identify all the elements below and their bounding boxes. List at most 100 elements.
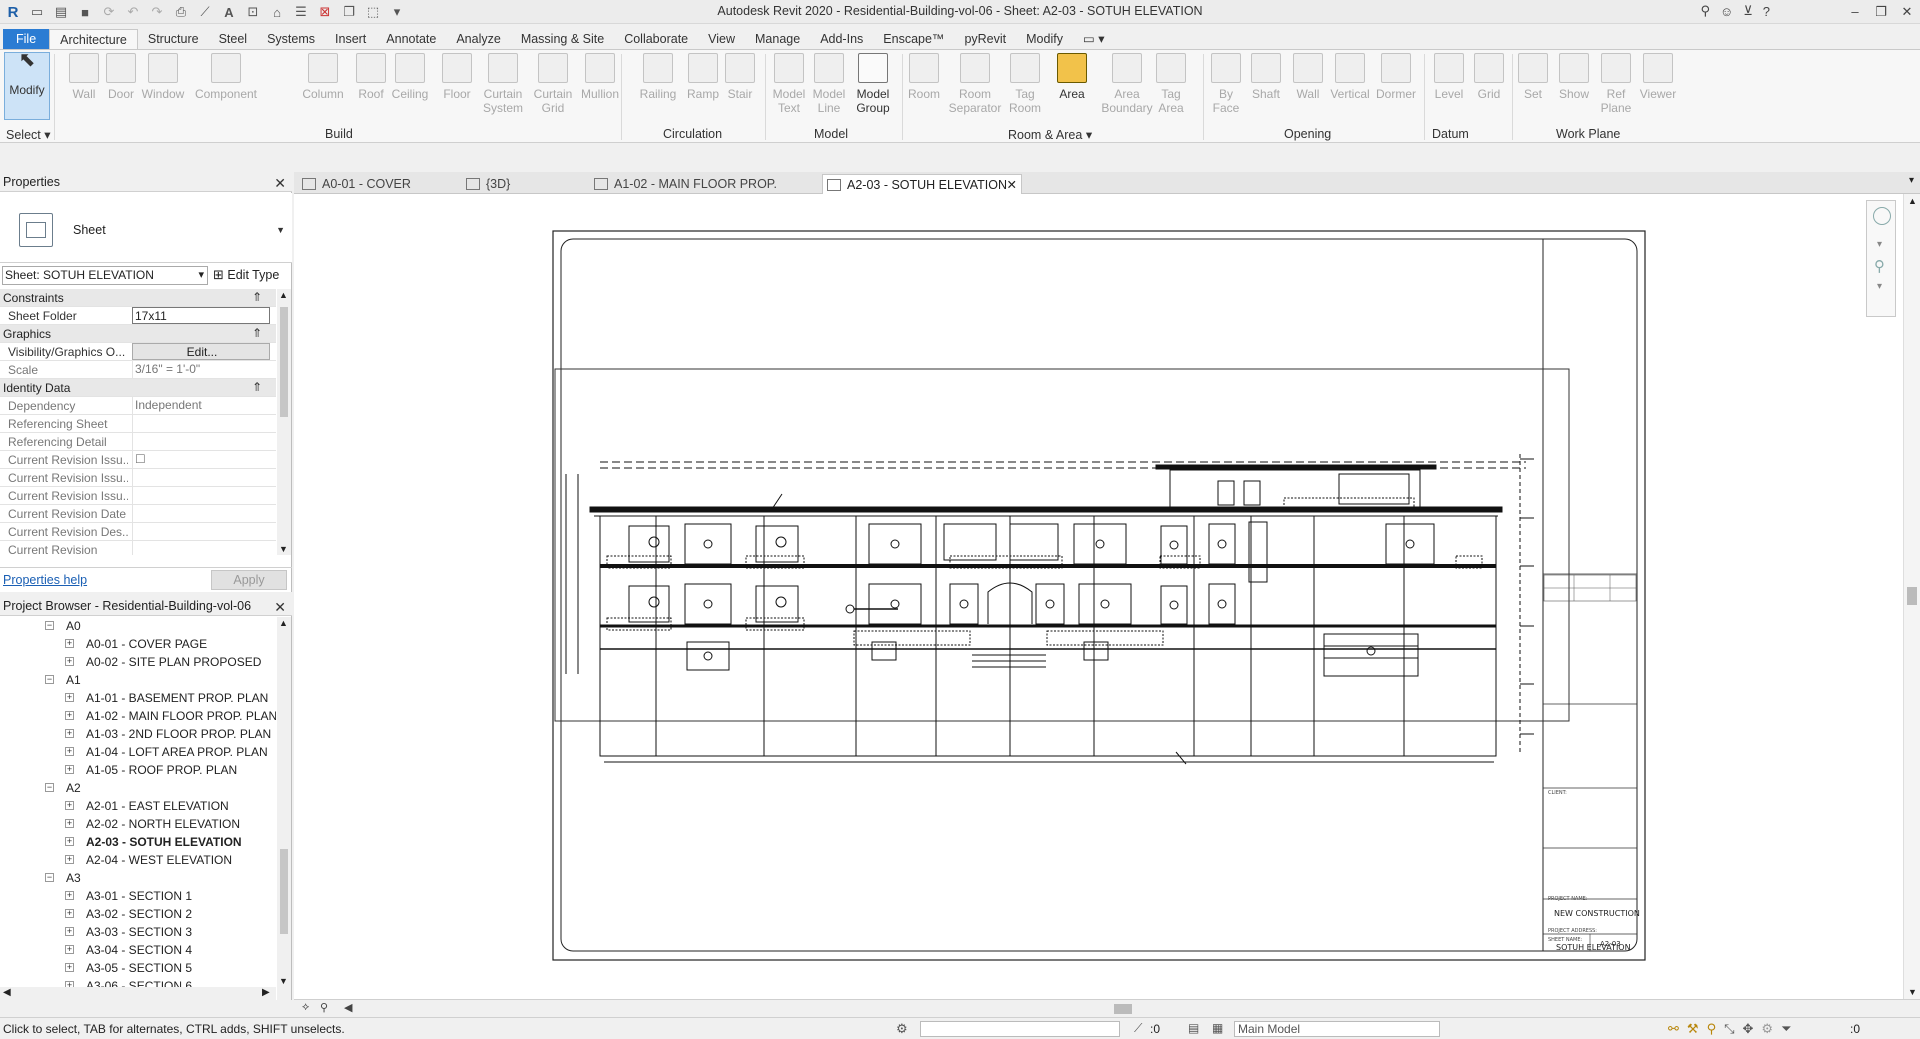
shaft-button[interactable]: Shaft — [1248, 53, 1284, 101]
worksets-icon[interactable]: ⚙ — [896, 1021, 908, 1037]
expand-icon[interactable]: + — [65, 765, 74, 774]
tab-modify[interactable]: Modify — [1016, 29, 1073, 49]
show-button[interactable]: Show — [1556, 53, 1592, 101]
horizontal-scroll-thumb[interactable] — [1114, 1004, 1132, 1014]
scroll-up-icon[interactable]: ▲ — [1908, 196, 1917, 206]
expand-icon[interactable]: + — [65, 747, 74, 756]
stair-button[interactable]: Stair — [722, 53, 758, 101]
model-group-button[interactable]: Model Group — [850, 53, 896, 115]
browser-item[interactable]: − A3 — [0, 869, 276, 887]
expand-icon[interactable]: + — [65, 729, 74, 738]
document-tab[interactable]: {3D} — [462, 174, 562, 194]
modify-button[interactable]: ⬉ Modify — [4, 50, 50, 120]
collapse-icon[interactable]: − — [45, 873, 54, 882]
property-value[interactable]: Edit... — [132, 343, 270, 360]
browser-item[interactable]: + A3-06 - SECTION 6 — [0, 977, 276, 987]
close-hidden-icon[interactable]: ⊠ — [316, 3, 334, 21]
ceiling-button[interactable]: Ceiling — [387, 53, 433, 101]
drawing-vertical-scrollbar[interactable]: ▲ ▼ — [1903, 194, 1920, 999]
property-group[interactable]: Graphics ⇑ — [0, 325, 276, 343]
browser-item[interactable]: + A3-02 - SECTION 2 — [0, 905, 276, 923]
background-processes-icon[interactable]: ⚙ — [1761, 1021, 1773, 1037]
tabs-overflow-icon[interactable]: ▾ — [1909, 175, 1914, 186]
document-tab[interactable]: A1-02 - MAIN FLOOR PROP. PLAN — [590, 174, 802, 211]
tag-area-button[interactable]: Tag Area — [1153, 53, 1189, 115]
scroll-thumb[interactable] — [1907, 587, 1917, 605]
expand-icon[interactable]: + — [65, 963, 74, 972]
browser-item[interactable]: + A0-02 - SITE PLAN PROPOSED — [0, 653, 276, 671]
section-icon[interactable]: ☰ — [292, 3, 310, 21]
tab-view[interactable]: View — [698, 29, 745, 49]
properties-help-link[interactable]: Properties help — [3, 573, 87, 587]
text-icon[interactable]: A — [220, 3, 238, 21]
drawing-area[interactable]: PROJECT NAME: NEW CONSTRUCTION PROJECT A… — [294, 194, 1903, 999]
properties-scrollbar[interactable]: ▲ ▼ — [277, 289, 291, 555]
room-separator-button[interactable]: Room Separator — [947, 53, 1003, 115]
collapse-icon[interactable]: − — [45, 783, 54, 792]
tab-insert[interactable]: Insert — [325, 29, 376, 49]
level-button[interactable]: Level — [1430, 53, 1468, 101]
mullion-button[interactable]: Mullion — [577, 53, 623, 101]
document-tab[interactable]: A2-03 - SOTUH ELEVATION ✕ — [822, 174, 1022, 194]
drag-on-selection-icon[interactable]: ✥ — [1743, 1021, 1754, 1037]
expand-icon[interactable]: + — [65, 639, 74, 648]
browser-item[interactable]: + A2-02 - NORTH ELEVATION — [0, 815, 276, 833]
close-icon[interactable]: ✕ — [274, 173, 286, 193]
minimize-icon[interactable]: – — [1842, 0, 1868, 24]
expand-icon[interactable]: + — [65, 801, 74, 810]
browser-item[interactable]: + A3-05 - SECTION 5 — [0, 959, 276, 977]
expand-icon[interactable]: + — [65, 909, 74, 918]
curtain-grid-button[interactable]: Curtain Grid — [530, 53, 576, 115]
tab-file[interactable]: File — [3, 29, 50, 49]
select-pinned-icon[interactable]: ⚲ — [1707, 1021, 1717, 1037]
scroll-left-icon[interactable]: ◀ — [3, 987, 11, 998]
component-button[interactable]: Component — [188, 53, 264, 101]
3d-view-icon[interactable]: ⌂ — [268, 3, 286, 21]
save-icon[interactable]: ■ — [76, 3, 94, 21]
scroll-down-icon[interactable]: ▼ — [279, 544, 288, 554]
scroll-left-icon[interactable]: ◀ — [344, 1001, 352, 1014]
tag-room-button[interactable]: Tag Room — [1005, 53, 1045, 115]
collapse-icon[interactable]: − — [45, 675, 54, 684]
curtain-system-button[interactable]: Curtain System — [480, 53, 526, 115]
tab-analyze[interactable]: Analyze — [446, 29, 510, 49]
document-tab[interactable]: A0-01 - COVER PAGE — [298, 174, 446, 211]
contextual-panel-icon[interactable]: ▭ ▾ — [1073, 29, 1115, 49]
property-group[interactable]: Constraints ⇑ — [0, 289, 276, 307]
dormer-button[interactable]: Dormer — [1374, 53, 1418, 101]
undo-icon[interactable]: ↶ — [124, 3, 142, 21]
scroll-up-icon[interactable]: ▲ — [279, 290, 288, 300]
property-group[interactable]: Identity Data ⇑ — [0, 379, 276, 397]
grid-button[interactable]: Grid — [1472, 53, 1506, 101]
design-options-icon[interactable]: ▤ — [1188, 1021, 1199, 1035]
tab-massing-site[interactable]: Massing & Site — [511, 29, 614, 49]
tag-icon[interactable]: ⊡ — [244, 3, 262, 21]
expand-icon[interactable]: + — [65, 945, 74, 954]
switch-windows-icon[interactable]: ❐ — [340, 3, 358, 21]
browser-item[interactable]: + A1-05 - ROOF PROP. PLAN — [0, 761, 276, 779]
scroll-right-icon[interactable]: ▶ — [262, 987, 270, 998]
select-by-face-icon[interactable]: ⤡ — [1724, 1021, 1734, 1037]
browser-item[interactable]: + A1-02 - MAIN FLOOR PROP. PLAN — [0, 707, 276, 725]
browser-item[interactable]: − A1 — [0, 671, 276, 689]
viewer-button[interactable]: Viewer — [1636, 53, 1680, 101]
expand-icon[interactable]: + — [65, 855, 74, 864]
browser-item[interactable]: + A0-01 - COVER PAGE — [0, 635, 276, 653]
model-text-button[interactable]: Model Text — [770, 53, 808, 115]
cart-icon[interactable]: ⊻ — [1743, 3, 1753, 19]
instance-filter-select[interactable]: Sheet: SOTUH ELEVATION — [2, 266, 208, 285]
wall-button[interactable]: Wall — [64, 53, 104, 101]
browser-item[interactable]: + A1-04 - LOFT AREA PROP. PLAN — [0, 743, 276, 761]
measure-icon[interactable]: ⟋ — [196, 3, 214, 21]
close-icon[interactable]: ✕ — [274, 597, 286, 617]
area-boundary-button[interactable]: Area Boundary — [1100, 53, 1154, 115]
tab-manage[interactable]: Manage — [745, 29, 810, 49]
room-button[interactable]: Room — [906, 53, 942, 101]
print-icon[interactable]: ⎙ — [172, 3, 190, 21]
browser-item[interactable]: + A2-04 - WEST ELEVATION — [0, 851, 276, 869]
expand-icon[interactable]: + — [65, 837, 74, 846]
scroll-down-icon[interactable]: ▼ — [279, 976, 288, 986]
browser-item[interactable]: + A2-03 - SOTUH ELEVATION — [0, 833, 276, 851]
select-underlay-icon[interactable]: ⚒ — [1687, 1021, 1699, 1037]
scroll-down-icon[interactable]: ▼ — [1908, 987, 1917, 997]
